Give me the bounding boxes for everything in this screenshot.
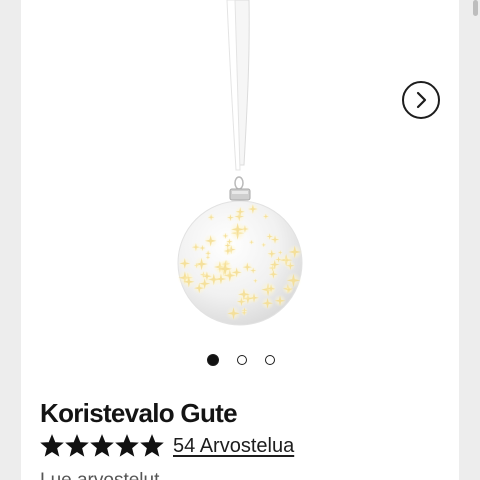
product-card: Koristevalo Gute 54 Arvostelua Lue arvos… [21, 0, 459, 480]
star-icon [40, 434, 64, 457]
star-icon [140, 434, 164, 457]
gallery-pagination [21, 352, 459, 368]
pagination-dot[interactable] [237, 355, 247, 365]
star-icon [115, 434, 139, 457]
pagination-dot[interactable] [207, 354, 219, 366]
star-icon [90, 434, 114, 457]
page-scrollbar[interactable] [473, 0, 478, 16]
partial-text-line: Lue arvostelut... [40, 470, 175, 480]
star-rating [40, 434, 164, 458]
product-image [177, 0, 303, 326]
image-gallery[interactable] [21, 0, 459, 380]
chevron-right-icon [416, 91, 427, 109]
rating-row: 54 Arvostelua [40, 434, 294, 458]
star-icon [65, 434, 89, 457]
product-title: Koristevalo Gute [40, 398, 238, 428]
next-image-button[interactable] [402, 81, 440, 119]
pagination-dot[interactable] [265, 355, 275, 365]
reviews-link[interactable]: 54 Arvostelua [173, 435, 294, 458]
